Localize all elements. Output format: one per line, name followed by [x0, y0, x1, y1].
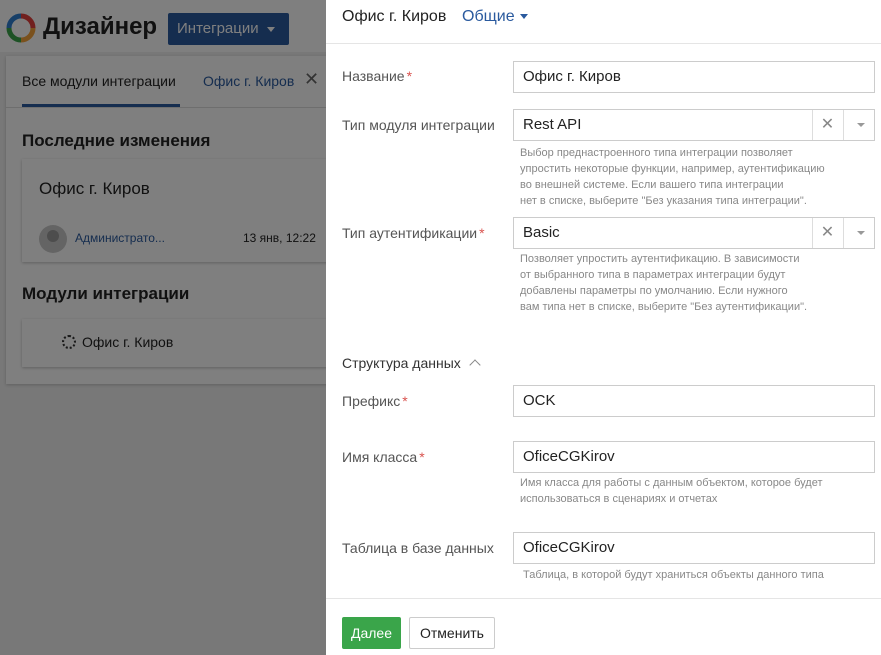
module-type-select[interactable]: Rest API ✕ [513, 109, 875, 141]
panel-header: Офис г. Киров Общие [326, 0, 881, 44]
prefix-label-text: Префикс [342, 393, 401, 409]
name-label: Название * [342, 68, 412, 84]
data-structure-toggle[interactable]: Структура данных [342, 355, 481, 371]
hint-line: Позволяет упростить аутентификацию. В за… [520, 253, 800, 265]
caret-down-icon [519, 14, 528, 20]
general-section-label: Общие [462, 8, 515, 25]
clear-icon[interactable]: ✕ [812, 218, 842, 248]
data-structure-label: Структура данных [342, 355, 461, 371]
required-marker: * [406, 68, 413, 84]
module-type-value: Rest API [523, 116, 582, 133]
general-section-dropdown[interactable]: Общие [462, 8, 528, 26]
name-input[interactable]: Офис г. Киров [513, 61, 875, 93]
auth-type-label-text: Тип аутентификации [342, 225, 478, 241]
prefix-label: Префикс * [342, 393, 408, 409]
name-label-text: Название [342, 68, 405, 84]
class-name-label-text: Имя класса [342, 449, 418, 465]
chevron-down-icon[interactable] [843, 110, 875, 140]
next-button[interactable]: Далее [342, 617, 401, 649]
clear-icon[interactable]: ✕ [812, 110, 842, 140]
class-name-label: Имя класса * [342, 449, 425, 465]
hint-line: во внешней системе. Если вашего типа инт… [520, 179, 784, 191]
db-table-input[interactable]: OficeCGKirov [513, 532, 875, 564]
hint-line: Имя класса для работы с данным объектом,… [520, 477, 823, 489]
class-name-hint: Имя класса для работы с данным объектом,… [520, 475, 823, 507]
required-marker: * [479, 225, 485, 241]
module-type-label: Тип модуля интеграции [342, 117, 495, 133]
panel-footer: Далее Отменить [326, 598, 881, 655]
hint-line: Выбор преднастроенного типа интеграции п… [520, 147, 793, 159]
chevron-down-icon[interactable] [843, 218, 875, 248]
required-marker: * [402, 393, 408, 409]
cancel-button[interactable]: Отменить [409, 617, 495, 649]
hint-line: упростить некоторые функции, например, а… [520, 163, 825, 175]
hint-line: использоваться в сценариях и отчетах [520, 493, 718, 505]
auth-type-select[interactable]: Basic ✕ [513, 217, 875, 249]
module-settings-panel: Офис г. Киров Общие Название * Офис г. Ки… [326, 0, 881, 655]
panel-title: Офис г. Киров [342, 8, 447, 25]
hint-line: добавлены параметры по умолчанию. Если н… [520, 285, 788, 297]
class-name-input[interactable]: OficeCGKirov [513, 441, 875, 473]
hint-line: Таблица, в которой будут храниться объек… [523, 569, 824, 581]
required-marker: * [419, 449, 425, 465]
db-table-hint: Таблица, в которой будут храниться объек… [523, 567, 824, 583]
hint-line: от выбранного типа в параметрах интеграц… [520, 269, 786, 281]
auth-type-label: Тип аутентификации * [342, 225, 485, 241]
chevron-up-icon [469, 359, 481, 371]
prefix-input[interactable]: OCK [513, 385, 875, 417]
hint-line: вам типа нет в списке, выберите "Без аут… [520, 301, 808, 313]
auth-type-value: Basic [523, 224, 560, 241]
auth-type-hint: Позволяет упростить аутентификацию. В за… [520, 251, 807, 315]
db-table-label: Таблица в базе данных [342, 540, 494, 556]
module-type-hint: Выбор преднастроенного типа интеграции п… [520, 145, 825, 209]
hint-line: нет в списке, выберите "Без указания тип… [520, 195, 807, 207]
